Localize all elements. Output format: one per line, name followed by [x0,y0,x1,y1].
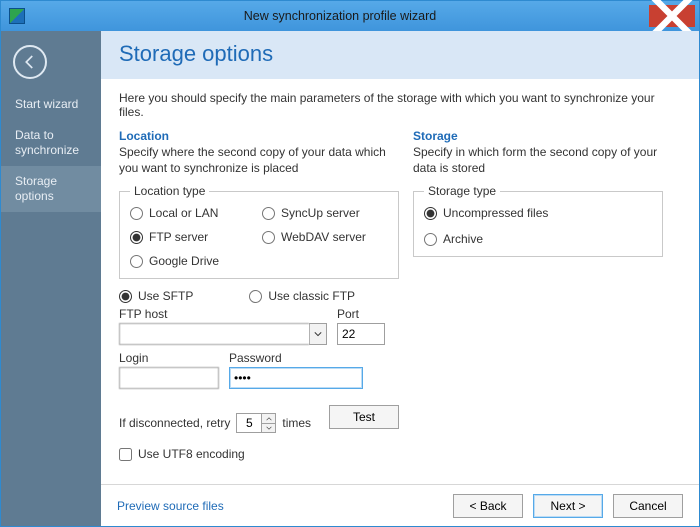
port-input[interactable] [337,323,385,345]
radio-local[interactable]: Local or LAN [130,206,256,220]
page-header: Storage options [101,31,699,79]
password-label: Password [229,351,363,365]
storage-type-legend: Storage type [424,184,500,198]
radio-syncup[interactable]: SyncUp server [262,206,388,220]
body: Start wizard Data to synchronize Storage… [1,31,699,526]
ftp-host-label: FTP host [119,307,327,321]
location-title: Location [119,129,399,143]
ftp-host-combo[interactable] [119,323,327,345]
sidebar: Start wizard Data to synchronize Storage… [1,31,101,526]
port-field: Port [337,307,385,345]
password-input[interactable] [229,367,363,389]
radio-webdav[interactable]: WebDAV server [262,230,388,244]
retry-spin-down[interactable] [262,423,276,433]
retry-suffix: times [282,416,311,430]
back-circle-button[interactable] [13,45,47,79]
main: Storage options Here you should specify … [101,31,699,526]
page-title: Storage options [119,41,681,67]
ftp-host-field: FTP host [119,307,327,345]
test-button[interactable]: Test [329,405,399,429]
intro-text: Here you should specify the main paramet… [119,91,681,119]
retry-spin-up[interactable] [262,413,276,423]
radio-archive[interactable]: Archive [424,232,652,246]
sidebar-item-label: Storage options [15,174,57,203]
location-type-legend: Location type [130,184,209,198]
window-title: New synchronization profile wizard [31,9,649,23]
radio-classic-ftp[interactable]: Use classic FTP [249,289,355,303]
app-icon [9,8,25,24]
retry-input[interactable] [236,413,262,433]
content: Here you should specify the main paramet… [101,79,699,484]
ftp-host-dropdown[interactable] [309,323,327,345]
storage-column: Storage Specify in which form the second… [413,129,663,461]
chevron-down-icon [266,425,272,431]
close-button[interactable] [649,5,695,27]
utf8-checkbox[interactable]: Use UTF8 encoding [119,447,399,461]
login-field: Login [119,351,219,389]
radio-ftp[interactable]: FTP server [130,230,256,244]
storage-desc: Specify in which form the second copy of… [413,145,663,176]
sidebar-item-start[interactable]: Start wizard [1,89,101,120]
sidebar-item-label: Data to synchronize [15,128,79,157]
wizard-window: New synchronization profile wizard Start… [0,0,700,527]
titlebar: New synchronization profile wizard [1,1,699,31]
arrow-left-icon [21,53,39,71]
columns: Location Specify where the second copy o… [119,129,681,461]
sidebar-item-data[interactable]: Data to synchronize [1,120,101,166]
next-button[interactable]: Next > [533,494,603,518]
back-button[interactable]: < Back [453,494,523,518]
chevron-up-icon [266,416,272,422]
sidebar-item-storage[interactable]: Storage options [1,166,101,212]
ftp-host-input[interactable] [119,323,309,345]
location-column: Location Specify where the second copy o… [119,129,399,461]
login-input[interactable] [119,367,219,389]
location-type-group: Location type Local or LAN SyncUp server… [119,184,399,279]
storage-type-group: Storage type Uncompressed files Archive [413,184,663,257]
footer: Preview source files < Back Next > Cance… [101,484,699,526]
password-field: Password [229,351,363,389]
radio-gdrive[interactable]: Google Drive [130,254,256,268]
sidebar-item-label: Start wizard [15,97,78,111]
chevron-down-icon [314,330,322,338]
port-label: Port [337,307,385,321]
radio-uncompressed[interactable]: Uncompressed files [424,206,652,220]
login-label: Login [119,351,219,365]
radio-sftp[interactable]: Use SFTP [119,289,193,303]
preview-link[interactable]: Preview source files [117,499,224,513]
retry-control: If disconnected, retry times [119,413,311,433]
retry-prefix: If disconnected, retry [119,416,230,430]
location-desc: Specify where the second copy of your da… [119,145,399,176]
cancel-button[interactable]: Cancel [613,494,683,518]
storage-title: Storage [413,129,663,143]
